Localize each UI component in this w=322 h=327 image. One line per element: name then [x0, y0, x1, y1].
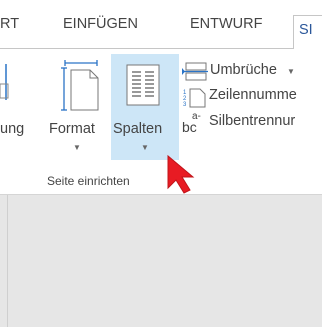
red-arrow-cursor-icon	[167, 154, 195, 194]
breaks-icon[interactable]	[182, 62, 208, 82]
umbrueche-label[interactable]: Umbrüche	[210, 62, 277, 78]
silbentrennung-label[interactable]: Silbentrennur	[209, 113, 295, 129]
columns-icon[interactable]	[126, 64, 160, 106]
format-label[interactable]: Format	[49, 121, 95, 137]
tab-seitenlayout[interactable]: SI	[293, 15, 322, 49]
spalten-dropdown-caret[interactable]: ▼	[141, 143, 149, 152]
umbrueche-dropdown-caret[interactable]: ▼	[287, 67, 295, 76]
margins-label-cut: ung	[0, 121, 25, 137]
line-numbers-icon[interactable]: 1 2 3	[183, 88, 207, 108]
spalten-label[interactable]: Spalten	[113, 121, 162, 137]
group-label-seite-einrichten: Seite einrichten	[47, 174, 130, 188]
svg-text:3: 3	[183, 102, 187, 108]
tab-einfuegen[interactable]: EINFÜGEN	[63, 0, 138, 48]
format-dropdown-caret[interactable]: ▼	[73, 143, 81, 152]
zeilennummern-label[interactable]: Zeilennumme	[209, 87, 297, 103]
tab-entwurf[interactable]: ENTWURF	[190, 0, 263, 48]
page-size-icon[interactable]	[60, 60, 102, 112]
document-area[interactable]	[0, 195, 322, 327]
tab-seitenansicht-cut[interactable]: RT	[0, 0, 19, 48]
document-edge-line	[7, 195, 8, 327]
svg-text:bc: bc	[182, 119, 197, 134]
margins-icon[interactable]	[0, 60, 12, 105]
tab-seitenlayout-label: SI	[299, 22, 313, 38]
hyphenation-icon[interactable]: a- bc	[182, 110, 208, 134]
